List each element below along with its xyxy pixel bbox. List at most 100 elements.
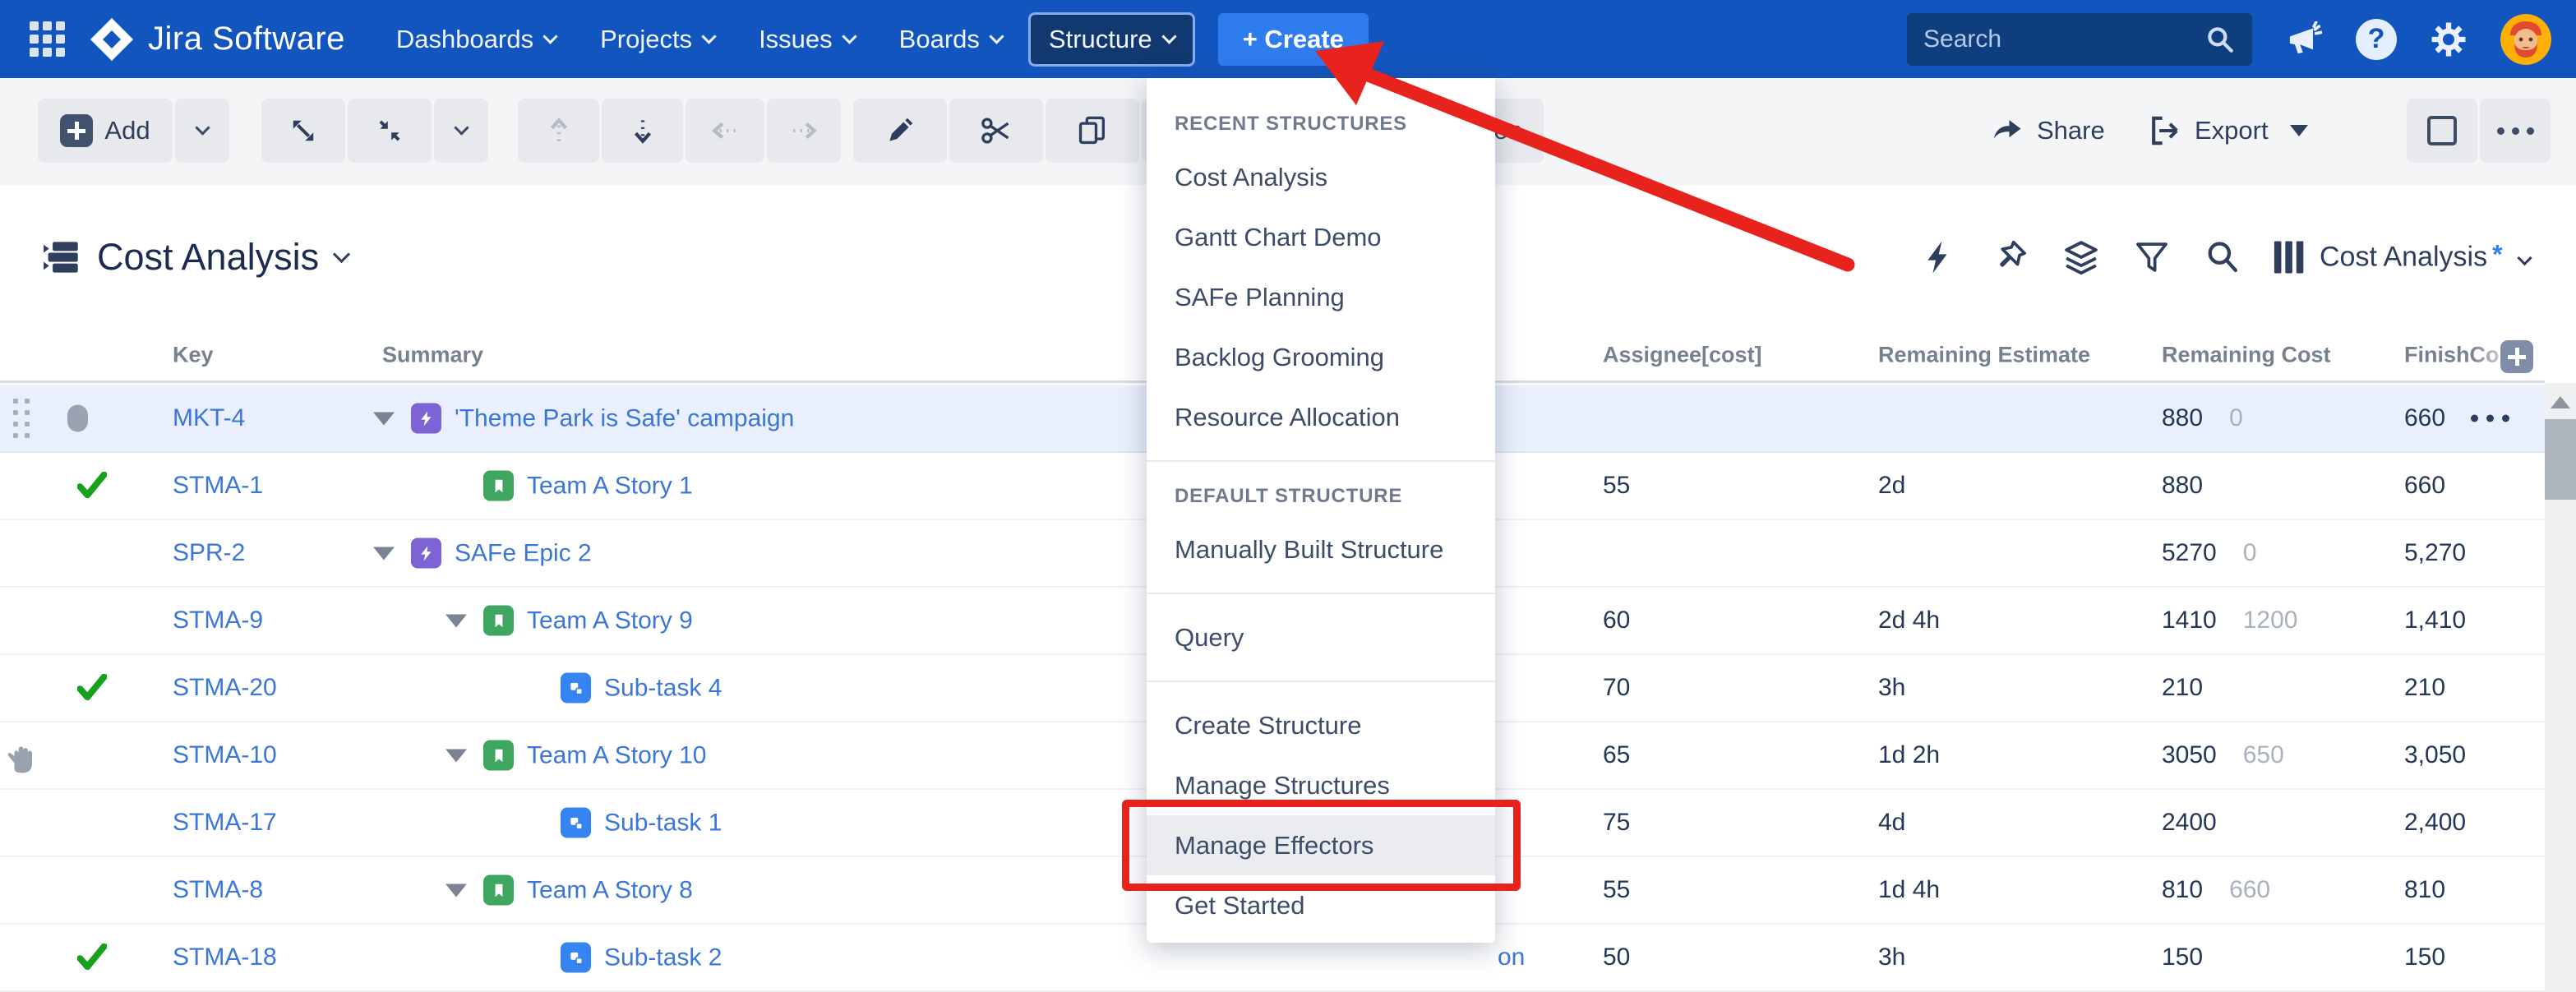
move-down-button[interactable] (602, 99, 683, 163)
remaining-cost-value[interactable]: 150 (2162, 944, 2229, 971)
search-icon[interactable] (2204, 24, 2236, 55)
create-button[interactable]: + Create (1217, 12, 1369, 66)
nav-issues[interactable]: Issues (741, 12, 873, 67)
issue-key-link[interactable]: STMA-18 (173, 944, 277, 971)
col-header-summary[interactable]: Summary (382, 342, 483, 367)
nav-structure[interactable]: Structure (1027, 12, 1195, 67)
remaining-cost-value[interactable]: 880 (2162, 472, 2229, 500)
collapse-toggle[interactable] (442, 614, 470, 627)
finishcost-value[interactable]: 2,400 (2404, 809, 2466, 837)
collapse-toggle[interactable] (442, 884, 470, 897)
issue-key-link[interactable]: STMA-17 (173, 809, 277, 837)
move-right-button[interactable] (767, 99, 841, 163)
remaining-cost-value[interactable]: 810 660 (2162, 876, 2270, 904)
announcements-icon[interactable] (2282, 17, 2326, 62)
issue-key-link[interactable]: STMA-8 (173, 876, 263, 904)
assignee-cost-value[interactable]: 55 (1603, 876, 1630, 904)
finishcost-value[interactable]: 660 (2404, 404, 2445, 432)
jira-logo[interactable]: Jira Software (89, 16, 345, 62)
menu-item-query[interactable]: Query (1147, 607, 1495, 667)
clipped-link-text[interactable]: on (1498, 944, 1525, 971)
remaining-estimate-value[interactable]: 2d 4h (1878, 607, 1940, 634)
col-header-remaining-cost[interactable]: Remaining Cost (2162, 342, 2331, 367)
filter-funnel-icon[interactable] (2129, 234, 2175, 280)
menu-item-manually-built-structure[interactable]: Manually Built Structure (1147, 519, 1495, 579)
remaining-cost-value[interactable]: 210 (2162, 674, 2229, 702)
scroll-up-arrow[interactable] (2551, 396, 2570, 408)
menu-item-backlog-grooming[interactable]: Backlog Grooming (1147, 327, 1495, 387)
remaining-cost-value[interactable]: 3050 650 (2162, 741, 2284, 769)
drag-handle-icon[interactable] (13, 399, 30, 438)
layers-group-icon[interactable] (2058, 234, 2104, 280)
expand-level-dropdown[interactable] (434, 99, 488, 163)
assignee-cost-value[interactable]: 50 (1603, 944, 1630, 971)
issue-key-link[interactable]: STMA-1 (173, 472, 263, 500)
issue-summary[interactable]: Team A Story 1 (442, 470, 693, 501)
menu-item-safe-planning[interactable]: SAFe Planning (1147, 267, 1495, 327)
menu-item-resource-allocation[interactable]: Resource Allocation (1147, 387, 1495, 447)
issue-summary[interactable]: Sub-task 4 (561, 672, 722, 704)
finishcost-value[interactable]: 150 (2404, 944, 2445, 971)
columns-icon[interactable] (2265, 234, 2311, 280)
expand-all-button[interactable] (261, 99, 345, 163)
issue-key-link[interactable]: STMA-10 (173, 741, 277, 769)
finishcost-value[interactable]: 660 (2404, 472, 2445, 500)
scrollbar-thumb[interactable] (2545, 419, 2576, 500)
remaining-cost-value[interactable]: 2400 (2162, 809, 2243, 837)
copy-button[interactable] (1046, 99, 1139, 163)
structure-selector[interactable]: Cost Analysis (43, 236, 351, 279)
row-actions-menu[interactable] (2471, 414, 2509, 422)
finishcost-value[interactable]: 5,270 (2404, 539, 2466, 567)
menu-item-create-structure[interactable]: Create Structure (1147, 695, 1495, 755)
fullscreen-layout-button[interactable] (2407, 99, 2477, 163)
move-up-button[interactable] (518, 99, 599, 163)
search-input[interactable] (1923, 25, 2195, 53)
nav-boards[interactable]: Boards (881, 12, 1020, 67)
automation-lightning-icon[interactable] (1917, 234, 1963, 280)
collapse-toggle[interactable] (370, 412, 398, 425)
finishcost-value[interactable]: 810 (2404, 876, 2445, 904)
remaining-cost-value[interactable]: 880 0 (2162, 404, 2243, 432)
assignee-cost-value[interactable]: 75 (1603, 809, 1630, 837)
issue-summary[interactable]: Team A Story 10 (442, 740, 706, 771)
nav-dashboards[interactable]: Dashboards (378, 12, 574, 67)
add-item-button[interactable]: Add (38, 99, 173, 163)
assignee-cost-value[interactable]: 55 (1603, 472, 1630, 500)
add-item-dropdown[interactable] (175, 99, 229, 163)
col-header-assignee-cost[interactable]: Assignee[cost] (1603, 342, 1762, 367)
issue-summary[interactable]: Sub-task 1 (561, 807, 722, 838)
help-icon[interactable]: ? (2356, 18, 2397, 60)
issue-summary[interactable]: Sub-task 2 (561, 942, 722, 973)
finishcost-value[interactable]: 1,410 (2404, 607, 2466, 634)
assignee-cost-value[interactable]: 70 (1603, 674, 1630, 702)
finishcost-value[interactable]: 3,050 (2404, 741, 2466, 769)
issue-summary[interactable]: Team A Story 9 (442, 605, 693, 636)
settings-gear-icon[interactable] (2426, 17, 2471, 62)
export-button[interactable]: Export (2147, 99, 2308, 163)
issue-key-link[interactable]: SPR-2 (173, 539, 245, 567)
issue-key-link[interactable]: STMA-20 (173, 674, 277, 702)
remaining-cost-value[interactable]: 5270 0 (2162, 539, 2256, 567)
finishcost-value[interactable]: 210 (2404, 674, 2445, 702)
remaining-estimate-value[interactable]: 2d (1878, 472, 1905, 500)
share-button[interactable]: Share (1989, 99, 2105, 163)
toolbar-more-button[interactable] (2480, 99, 2551, 163)
issue-key-link[interactable]: STMA-9 (173, 607, 263, 634)
move-left-button[interactable] (686, 99, 764, 163)
issue-summary[interactable]: 'Theme Park is Safe' campaign (370, 403, 794, 434)
issue-summary[interactable]: Team A Story 8 (442, 874, 693, 906)
search-in-structure-icon[interactable] (2200, 234, 2246, 280)
collapse-toggle[interactable] (442, 749, 470, 762)
issue-key-link[interactable]: MKT-4 (173, 404, 245, 432)
vertical-scrollbar[interactable] (2545, 383, 2576, 992)
issue-summary[interactable]: SAFe Epic 2 (370, 538, 592, 569)
add-column-button[interactable] (2500, 340, 2533, 373)
assignee-cost-value[interactable]: 65 (1603, 741, 1630, 769)
menu-item-manage-structures[interactable]: Manage Structures (1147, 755, 1495, 815)
global-search[interactable] (1907, 12, 2252, 66)
pin-icon[interactable] (1987, 234, 2034, 280)
remaining-cost-value[interactable]: 1410 1200 (2162, 607, 2298, 634)
menu-item-manage-effectors[interactable]: Manage Effectors (1122, 800, 1521, 891)
remaining-estimate-value[interactable]: 1d 2h (1878, 741, 1940, 769)
remaining-estimate-value[interactable]: 4d (1878, 809, 1905, 837)
